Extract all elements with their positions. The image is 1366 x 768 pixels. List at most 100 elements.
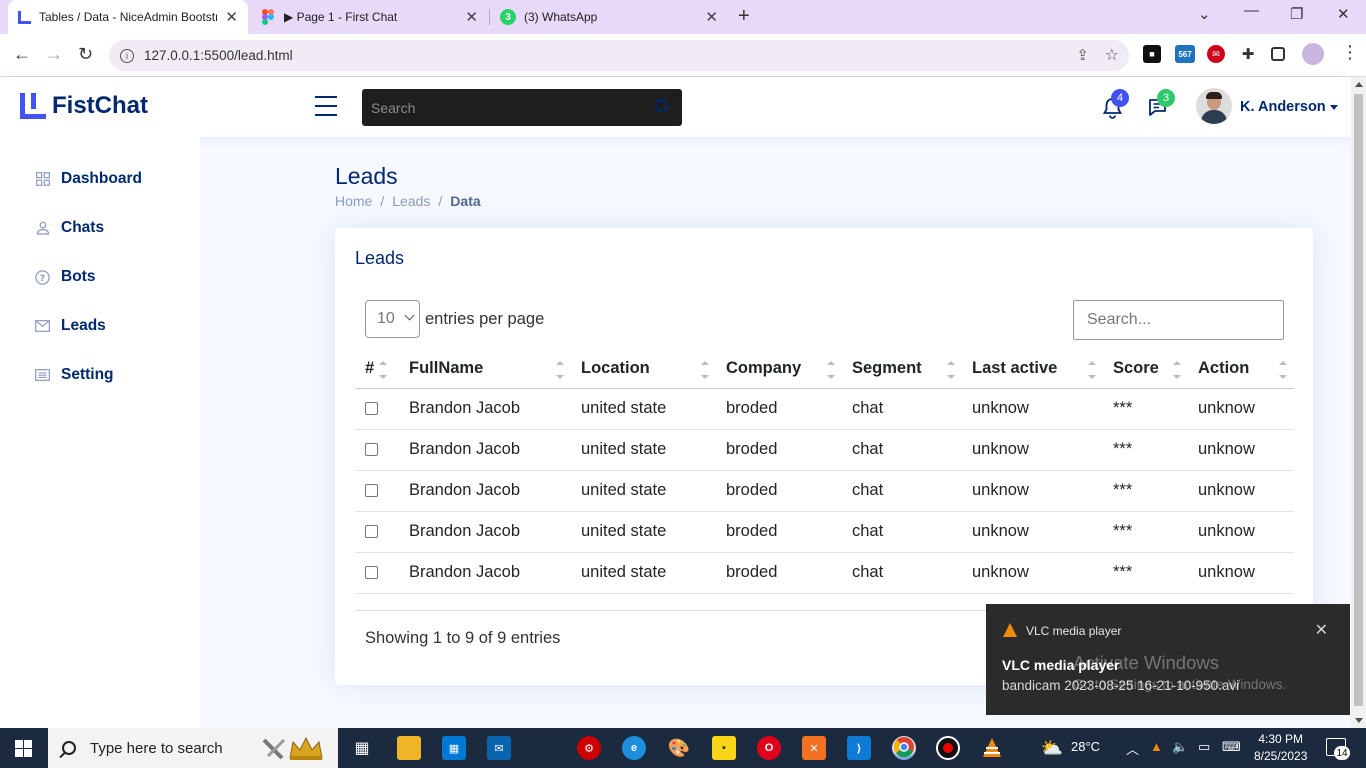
tab-search-chevron-icon[interactable]: ⌄ — [1198, 5, 1211, 23]
column-header-score[interactable]: Score — [1103, 350, 1188, 389]
sticky-notes-icon[interactable]: ▪ — [712, 736, 736, 760]
reload-icon[interactable]: ↻ — [78, 44, 93, 65]
weather-temperature[interactable]: 28°C — [1071, 739, 1100, 754]
entries-per-page-select[interactable]: 10 — [365, 300, 420, 338]
microsoft-store-icon[interactable]: ▦ — [442, 736, 466, 760]
chevron-down-icon — [404, 310, 415, 321]
speaker-icon[interactable]: 🔈 — [1172, 739, 1188, 755]
share-icon[interactable]: ⇪ — [1076, 46, 1089, 64]
xampp-icon[interactable]: ✕ — [802, 736, 826, 760]
security-app-icon[interactable]: ⚙ — [577, 736, 601, 760]
bookmark-star-icon[interactable]: ☆ — [1105, 45, 1119, 65]
site-info-icon[interactable]: i — [120, 48, 134, 63]
extensions-puzzle-icon[interactable]: ✚ — [1239, 45, 1257, 63]
cell-action: unknow — [1188, 388, 1294, 430]
back-arrow-icon[interactable]: ← — [13, 44, 31, 65]
side-panel-icon[interactable] — [1271, 47, 1285, 61]
battery-icon[interactable]: ▭ — [1198, 739, 1210, 755]
table-header-row: # FullName Location Company Segment Last… — [355, 350, 1294, 389]
column-header-fullname[interactable]: FullName — [399, 350, 571, 389]
bandicam-record-icon[interactable] — [936, 736, 960, 760]
tray-vlc-icon[interactable]: ▲ — [1150, 739, 1163, 754]
sidebar-item-dashboard[interactable]: Dashboard — [35, 170, 142, 188]
window-close-icon[interactable]: ✕ — [1337, 5, 1350, 23]
sort-icon — [556, 361, 564, 379]
table-row: Brandon Jacob united state broded chat u… — [355, 511, 1294, 553]
sidebar-item-label: Setting — [61, 366, 114, 383]
chrome-browser-icon[interactable] — [892, 736, 916, 760]
cell-segment: chat — [842, 388, 962, 430]
scroll-up-arrow-icon[interactable] — [1355, 82, 1363, 87]
user-menu[interactable]: K. Anderson — [1240, 99, 1338, 115]
cell-segment: chat — [842, 429, 962, 471]
header-search-input[interactable] — [362, 99, 642, 116]
column-header-index[interactable]: # — [355, 350, 399, 389]
minimize-icon[interactable]: — — [1244, 2, 1259, 19]
extension-counter-icon[interactable]: 567 — [1175, 45, 1195, 63]
forward-arrow-icon[interactable]: → — [45, 44, 63, 65]
row-checkbox[interactable] — [365, 443, 378, 457]
breadcrumb-home[interactable]: Home — [335, 193, 372, 209]
file-explorer-icon[interactable] — [397, 736, 421, 760]
tab-first-chat[interactable]: ▶ Page 1 - First Chat ✕ — [250, 0, 488, 34]
sidebar-item-chats[interactable]: Chats — [35, 219, 104, 237]
cell-last-active: unknow — [962, 429, 1103, 471]
omnibox[interactable]: i 127.0.0.1:5500/lead.html ⇪ ☆ — [109, 40, 1129, 71]
opera-browser-icon[interactable]: O — [757, 736, 781, 760]
scrollbar-thumb[interactable] — [1354, 94, 1363, 706]
weather-cloud-icon[interactable]: ⛅ — [1040, 736, 1064, 760]
taskbar-clock[interactable]: 4:30 PM 8/25/2023 — [1254, 731, 1307, 765]
new-tab-plus-icon[interactable]: + — [738, 5, 750, 28]
cell-last-active: unknow — [962, 511, 1103, 553]
sidebar-item-leads[interactable]: Leads — [35, 317, 106, 335]
sort-icon — [827, 361, 835, 379]
task-view-icon[interactable]: ▦ — [350, 736, 374, 760]
table-search-input[interactable] — [1073, 300, 1284, 340]
profile-avatar-icon[interactable] — [1302, 43, 1324, 65]
toast-close-icon[interactable]: ✕ — [1315, 620, 1328, 640]
page-scrollbar[interactable] — [1351, 77, 1366, 728]
column-header-action[interactable]: Action — [1188, 350, 1294, 389]
column-header-segment[interactable]: Segment — [842, 350, 962, 389]
edge-browser-icon[interactable]: e — [622, 736, 646, 760]
tray-chevron-up-icon[interactable]: ︿ — [1126, 739, 1139, 758]
vscode-icon[interactable]: ⟩ — [847, 736, 871, 760]
cell-segment: chat — [842, 470, 962, 512]
sidebar-toggle-icon[interactable] — [315, 96, 337, 116]
tab-title: ▶ Page 1 - First Chat — [284, 10, 398, 24]
extension-red-icon[interactable]: ✉ — [1207, 45, 1225, 63]
mail-icon[interactable]: ✉ — [487, 736, 511, 760]
cell-company: broded — [716, 388, 842, 430]
cell-company: broded — [716, 511, 842, 553]
url-text[interactable]: 127.0.0.1:5500/lead.html — [144, 48, 293, 63]
tab-close-icon[interactable]: ✕ — [465, 8, 478, 26]
column-header-company[interactable]: Company — [716, 350, 842, 389]
column-header-last-active[interactable]: Last active — [962, 350, 1103, 389]
row-checkbox[interactable] — [365, 525, 378, 539]
row-checkbox[interactable] — [365, 402, 378, 416]
card-title: Leads — [355, 248, 405, 268]
tab-close-icon[interactable]: ✕ — [225, 8, 238, 26]
user-avatar[interactable] — [1196, 88, 1232, 124]
tab-tables-data[interactable]: Tables / Data - NiceAdmin Bootstrap ✕ — [8, 0, 248, 34]
vlc-taskbar-icon[interactable] — [980, 736, 1004, 760]
brand-logo[interactable]: FistChat — [20, 92, 148, 120]
breadcrumb-leads[interactable]: Leads — [392, 193, 430, 209]
taskbar-search-box[interactable]: Type here to search — [48, 728, 338, 768]
search-icon[interactable] — [655, 99, 668, 112]
scroll-down-arrow-icon[interactable] — [1355, 718, 1363, 723]
sidebar-item-bots[interactable]: ? Bots — [35, 268, 95, 286]
cell-location: united state — [571, 511, 716, 553]
browser-menu-icon[interactable]: ⋮ — [1341, 42, 1359, 63]
restore-icon[interactable]: ❐ — [1290, 5, 1303, 23]
windows-start-icon[interactable] — [15, 740, 32, 757]
sidebar-item-setting[interactable]: Setting — [35, 366, 114, 384]
extension-black-icon[interactable]: ■ — [1143, 45, 1161, 63]
tab-close-icon[interactable]: ✕ — [705, 8, 718, 26]
column-header-location[interactable]: Location — [571, 350, 716, 389]
row-checkbox[interactable] — [365, 566, 378, 580]
keyboard-icon[interactable]: ⌨ — [1222, 739, 1241, 755]
paint-palette-icon[interactable]: 🎨 — [667, 736, 691, 760]
row-checkbox[interactable] — [365, 484, 378, 498]
tab-whatsapp[interactable]: 3 (3) WhatsApp ✕ — [490, 0, 728, 34]
